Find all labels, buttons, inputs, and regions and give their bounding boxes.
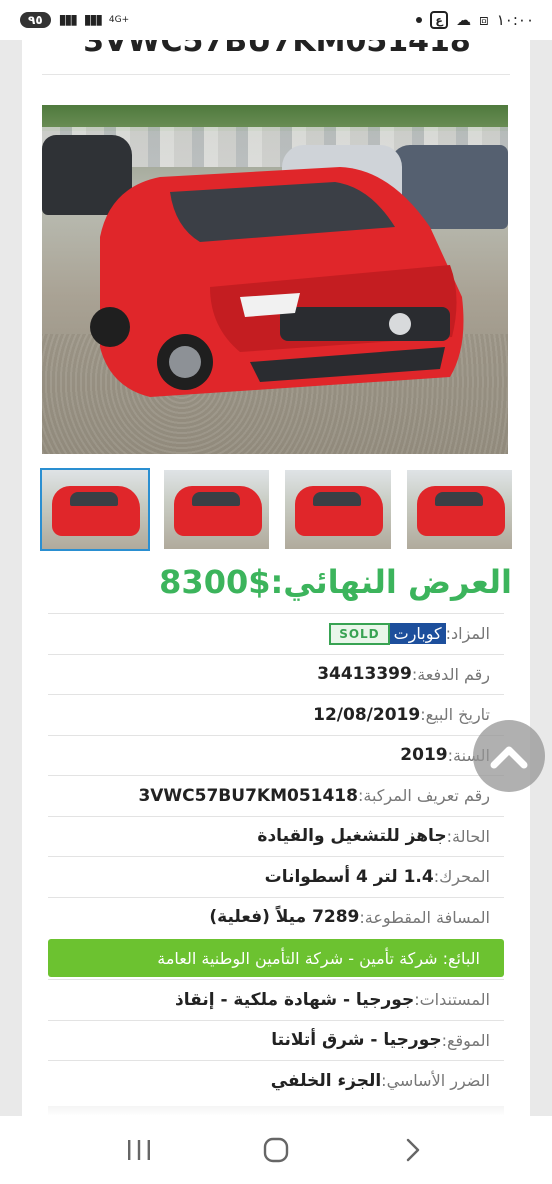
status-left: ٩٥ ▮▮▮ ▮▮▮ 4G+ [20, 12, 129, 28]
table-bottom-edge [48, 1106, 504, 1116]
final-price-value: $8300 [159, 563, 271, 601]
clock: ١٠:٠٠ [496, 11, 534, 29]
row-value: 2019 [400, 745, 448, 766]
row-value: 7289 ميلاً (فعلية) [209, 907, 360, 928]
home-icon [263, 1137, 289, 1163]
notification-dot-icon [416, 17, 423, 23]
row-year: السنة: 2019 [48, 734, 504, 776]
row-engine: المحرك: 1.4 لتر 4 أسطوانات [48, 856, 504, 897]
row-value: جورجيا - شرق أتلانتا [271, 1030, 442, 1051]
row-label: المسافة المقطوعة: [359, 907, 490, 927]
row-label: المحرك: [433, 867, 490, 887]
app-notification-icon: ع [430, 11, 449, 29]
nav-recent-button[interactable] [109, 1130, 169, 1170]
thumbnail-strip [40, 468, 512, 551]
recent-apps-icon [127, 1140, 150, 1160]
row-label: رقم تعريف المركبة: [357, 786, 490, 806]
row-value: الجزء الخلفي [270, 1070, 382, 1091]
row-label: الضرر الأساسي: [381, 1071, 490, 1091]
auction-value[interactable]: كوبارت [389, 623, 446, 645]
thumbnail-4[interactable] [406, 470, 512, 549]
row-label: المزاد: [445, 624, 490, 644]
row-documents: المستندات: جورجيا - شهادة ملكية - إنقاذ [48, 979, 504, 1020]
row-primary-damage: الضرر الأساسي: الجزء الخلفي [48, 1060, 504, 1101]
row-value: 34413399 [317, 664, 412, 685]
row-value: 1.4 لتر 4 أسطوانات [264, 866, 434, 887]
cloud-icon: ☁ [456, 11, 472, 29]
scroll-top-button[interactable] [473, 720, 545, 792]
row-auction: المزاد: كوبارت SOLD [48, 613, 504, 654]
thumb-car [173, 486, 262, 536]
signal-icon: ▮▮▮ [58, 12, 78, 28]
row-mileage: المسافة المقطوعة: 7289 ميلاً (فعلية) [48, 896, 504, 938]
row-value: جورجيا - شهادة ملكية - إنقاذ [174, 989, 415, 1010]
sold-badge: SOLD [329, 622, 390, 645]
signal-icon-2: ▮▮▮ [83, 12, 103, 28]
heading-divider [42, 74, 510, 75]
row-value: جاهز للتشغيل والقيادة [257, 826, 447, 847]
status-right: ع ☁ ⧈ ١٠:٠٠ [416, 11, 534, 29]
thumbnail-1[interactable] [40, 468, 150, 551]
thumb-car [52, 486, 140, 536]
row-value: 12/08/2019 [313, 704, 421, 725]
row-label: تاريخ البيع: [420, 705, 490, 725]
nav-home-button[interactable] [246, 1130, 306, 1170]
final-price-label: العرض النهائي: [270, 563, 512, 601]
thumbnail-3[interactable] [285, 470, 391, 549]
red-sedan-graphic [90, 167, 464, 397]
system-nav-bar [0, 1116, 552, 1184]
seller-label: البائع: [442, 948, 480, 968]
nav-back-button[interactable] [383, 1130, 443, 1170]
row-location: الموقع: جورجيا - شرق أتلانتا [48, 1019, 504, 1061]
thumb-car [295, 486, 383, 536]
chevron-up-icon [490, 746, 528, 769]
thumb-car [416, 486, 505, 536]
status-bar: ٩٥ ▮▮▮ ▮▮▮ 4G+ ع ☁ ⧈ ١٠:٠٠ [0, 0, 552, 40]
row-sale-date: تاريخ البيع: 12/08/2019 [48, 694, 504, 735]
row-lot-number: رقم الدفعة: 34413399 [48, 653, 504, 695]
listing-card: 3VWC57BU7KM051418 العرض النهائي:$8300 ال… [22, 40, 530, 1116]
back-icon [407, 1138, 420, 1162]
thumbnail-2[interactable] [163, 470, 269, 549]
main-car-photo[interactable] [42, 105, 508, 454]
vin-heading: 3VWC57BU7KM051418 [83, 40, 471, 59]
details-table: المزاد: كوبارت SOLD رقم الدفعة: 34413399… [48, 613, 504, 1101]
battery-indicator: ٩٥ [20, 12, 51, 28]
network-type: 4G+ [108, 14, 130, 25]
row-label: رقم الدفعة: [411, 664, 490, 684]
row-value: 3VWC57BU7KM051418 [138, 785, 358, 806]
row-label: المستندات: [414, 990, 490, 1010]
final-price: العرض النهائي:$8300 [42, 563, 512, 601]
row-vin: رقم تعريف المركبة: 3VWC57BU7KM051418 [48, 775, 504, 816]
screenshot-icon: ⧈ [479, 11, 489, 29]
seller-bar: البائع: شركة تأمين - شركة التأمين الوطني… [48, 939, 504, 977]
row-label: الموقع: [441, 1030, 490, 1050]
row-label: الحالة: [446, 826, 490, 846]
seller-value: شركة تأمين - شركة التأمين الوطنية العامة [157, 948, 438, 968]
row-condition: الحالة: جاهز للتشغيل والقيادة [48, 815, 504, 857]
